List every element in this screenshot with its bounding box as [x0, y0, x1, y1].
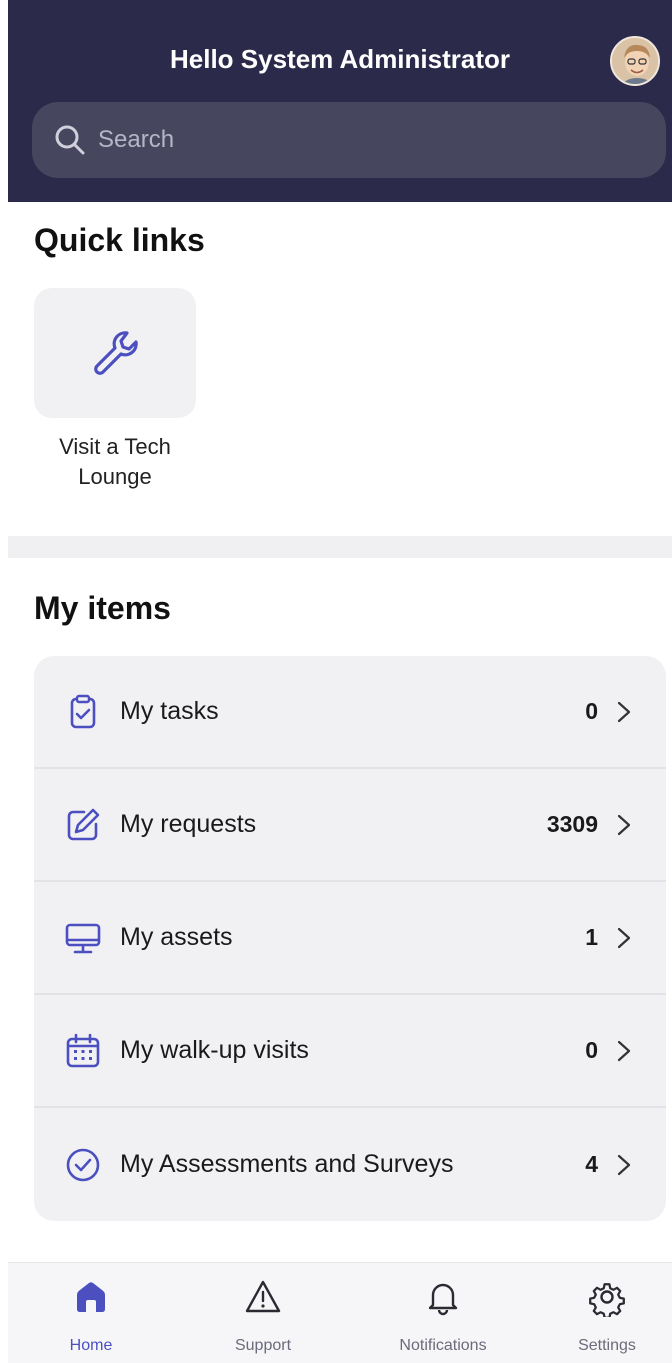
nav-home[interactable]: Home [26, 1277, 156, 1355]
nav-settings-label: Settings [578, 1337, 636, 1354]
list-item-count: 3309 [546, 811, 598, 837]
monitor-icon [65, 923, 101, 953]
list-item-label: My tasks [120, 697, 219, 725]
list-item-label: My walk-up visits [120, 1036, 309, 1064]
chevron-right-icon [617, 814, 631, 835]
edit-icon [67, 808, 100, 840]
quick-link-label-line2: Lounge [78, 464, 152, 489]
clipboard-check-icon [70, 694, 96, 728]
section-divider [8, 536, 672, 558]
user-avatar-icon [612, 38, 658, 84]
list-item-count: 1 [585, 924, 598, 950]
nav-notifications-label: Notifications [399, 1337, 487, 1354]
list-item-count: 0 [585, 1037, 598, 1063]
warning-icon [245, 1280, 281, 1313]
chevron-right-icon [617, 927, 631, 948]
gear-icon [589, 1283, 625, 1317]
my-items-title: My items [34, 590, 171, 626]
greeting-title: Hello System Administrator [169, 44, 510, 74]
search-input[interactable] [96, 125, 596, 155]
chevron-right-icon [617, 1154, 631, 1175]
chevron-right-icon [617, 701, 631, 722]
quick-link-label-line1: Visit a Tech [59, 434, 171, 459]
bottom-nav: Home Support Notifications Settings [8, 1262, 672, 1363]
quick-links-title: Quick links [34, 222, 205, 258]
calendar-icon [66, 1033, 100, 1067]
quick-link-tech-lounge[interactable] [34, 288, 196, 418]
wrench-icon [94, 331, 138, 375]
avatar[interactable] [610, 36, 660, 86]
chevron-right-icon [617, 1040, 631, 1061]
my-items-list: My tasks 0 My requests 3309 My assets 1 [34, 656, 666, 1221]
home-icon [77, 1282, 105, 1312]
list-item-my-tasks[interactable]: My tasks 0 [34, 656, 666, 769]
list-item-label: My requests [120, 810, 257, 838]
search-icon [55, 125, 85, 155]
nav-support[interactable]: Support [198, 1277, 328, 1355]
list-item-count: 0 [585, 698, 598, 724]
quick-link-label: Visit a Tech Lounge [34, 432, 196, 492]
bell-icon [428, 1283, 458, 1316]
nav-home-label: Home [69, 1337, 113, 1354]
nav-notifications[interactable]: Notifications [378, 1277, 508, 1355]
check-circle-icon [66, 1148, 100, 1181]
nav-support-label: Support [234, 1337, 292, 1354]
list-item-my-assets[interactable]: My assets 1 [34, 882, 666, 995]
app-header: Hello System Administrator [8, 0, 672, 202]
list-item-count: 4 [585, 1151, 598, 1177]
list-item-my-assessments[interactable]: My Assessments and Surveys 4 [34, 1108, 666, 1221]
list-item-my-walk-up-visits[interactable]: My walk-up visits 0 [34, 995, 666, 1108]
nav-settings[interactable]: Settings [542, 1277, 672, 1355]
search-bar[interactable] [32, 102, 666, 178]
list-item-my-requests[interactable]: My requests 3309 [34, 769, 666, 882]
list-item-label: My assets [120, 923, 233, 951]
list-item-label: My Assessments and Surveys [120, 1150, 454, 1178]
